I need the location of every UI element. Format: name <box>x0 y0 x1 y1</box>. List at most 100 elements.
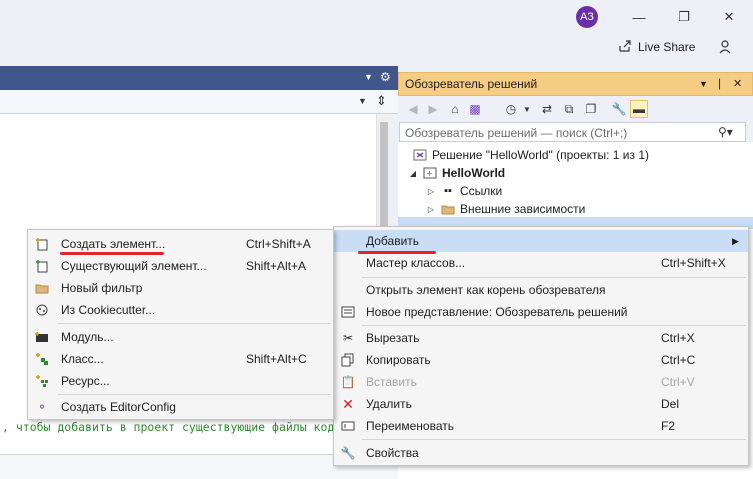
context-menu-main: Добавить ▶ Мастер классов... Ctrl+Shift+… <box>333 226 749 466</box>
tree-item-solution[interactable]: Решение "HelloWorld" (проекты: 1 из 1) <box>412 146 649 164</box>
expanded-triangle-icon[interactable]: ◢ <box>408 169 418 178</box>
search-placeholder: Обозреватель решений — поиск (Ctrl+;) <box>405 126 628 140</box>
gear-icon[interactable]: ⚙ <box>380 70 391 84</box>
menu-item-label: Переименовать <box>366 419 454 433</box>
menu-item-add[interactable]: Добавить ▶ <box>334 230 748 252</box>
menu-separator <box>362 277 746 278</box>
cpp-project-icon: + <box>422 166 438 180</box>
cookiecutter-icon <box>34 303 50 317</box>
tree-item-external-dependencies[interactable]: ▷ Внешние зависимости <box>426 200 585 218</box>
search-icon[interactable]: ⚲▾ <box>718 125 733 139</box>
live-share-label: Live Share <box>638 40 696 54</box>
tree-item-label: HelloWorld <box>442 166 506 180</box>
preview-selected-icon[interactable]: ▬ <box>630 100 648 118</box>
switch-views-icon[interactable]: ▩ <box>466 100 484 118</box>
paste-icon: 📋 <box>340 375 356 389</box>
lightbulb-icon: ⚬ <box>36 400 48 414</box>
menu-item-cut[interactable]: ✂ Вырезать Ctrl+X <box>334 327 748 349</box>
menu-item-create-editorconfig[interactable]: ⚬ Создать EditorConfig <box>28 396 333 418</box>
solution-explorer-title-bar: Обозреватель решений ▼ ❘ ✕ <box>398 72 753 96</box>
close-panel-icon[interactable]: ✕ <box>733 77 742 90</box>
collapse-all-icon[interactable]: ⧉ <box>560 100 578 118</box>
feedback-icon[interactable] <box>716 38 734 56</box>
close-icon[interactable]: ✕ <box>720 8 738 26</box>
menu-item-label: Создать EditorConfig <box>61 400 176 414</box>
menu-item-shortcut: Ctrl+V <box>661 375 695 389</box>
existing-item-icon <box>34 259 50 273</box>
menu-item-label: Класс... <box>61 352 104 366</box>
menu-item-copy[interactable]: Копировать Ctrl+C <box>334 349 748 371</box>
tree-item-project[interactable]: ◢ + HelloWorld <box>408 164 505 182</box>
menu-item-from-cookiecutter[interactable]: Из Cookiecutter... <box>28 299 333 321</box>
menu-item-label: Открыть элемент как корень обозревателя <box>366 283 606 297</box>
split-editor-icon[interactable]: ⇕ <box>376 93 387 109</box>
menu-item-class-wizard[interactable]: Мастер классов... Ctrl+Shift+X <box>334 252 748 274</box>
title-bar: АЗ — ❐ ✕ Live Share <box>0 0 753 66</box>
back-icon[interactable]: ◀ <box>404 100 422 118</box>
share-icon <box>618 39 632 56</box>
menu-separator <box>362 325 746 326</box>
live-share-button[interactable]: Live Share <box>618 38 695 56</box>
menu-item-module[interactable]: Модуль... <box>28 326 333 348</box>
solution-explorer-title: Обозреватель решений <box>405 77 538 91</box>
new-item-icon <box>34 237 50 251</box>
solution-explorer-search-input[interactable]: Обозреватель решений — поиск (Ctrl+;) ⚲▾ <box>399 122 746 142</box>
collapsed-triangle-icon[interactable]: ▷ <box>426 205 436 214</box>
menu-item-label: Свойства <box>366 446 419 460</box>
menu-item-shortcut: F2 <box>661 419 676 433</box>
menu-item-label: Копировать <box>366 353 431 367</box>
menu-separator <box>362 439 746 440</box>
menu-item-new-filter[interactable]: Новый фильтр <box>28 277 333 299</box>
menu-item-label: Ресурс... <box>61 374 110 388</box>
scissors-icon: ✂ <box>342 331 354 345</box>
minimize-icon[interactable]: — <box>630 8 648 26</box>
module-icon <box>34 330 50 344</box>
menu-item-properties[interactable]: 🔧 Свойства <box>334 442 748 464</box>
menu-item-label: Из Cookiecutter... <box>61 303 156 317</box>
menu-item-shortcut: Ctrl+Shift+X <box>661 256 726 270</box>
menu-item-label: Новый фильтр <box>61 281 143 295</box>
menu-item-label: Создать элемент... <box>61 237 166 251</box>
menu-item-shortcut: Del <box>661 397 680 411</box>
menu-item-label: Модуль... <box>61 330 114 344</box>
submenu-arrow-icon: ▶ <box>732 236 739 246</box>
delete-x-icon: ✕ <box>342 395 354 412</box>
tree-item-references[interactable]: ▷ ▪▪ Ссылки <box>426 182 502 200</box>
properties-wrench-icon[interactable]: 🔧 <box>610 100 628 118</box>
restore-icon[interactable]: ❐ <box>675 8 693 26</box>
menu-item-delete[interactable]: ✕ Удалить Del <box>334 393 748 415</box>
new-view-icon <box>340 305 356 319</box>
user-avatar[interactable]: АЗ <box>576 6 598 28</box>
menu-item-new-view[interactable]: Новое представление: Обозреватель решени… <box>334 301 748 323</box>
menu-item-resource[interactable]: Ресурс... <box>28 370 333 392</box>
sync-icon[interactable]: ⇄ <box>538 100 556 118</box>
solution-explorer-toolbar: ◀ ▶ ⌂ ▩ ◷ ▼ ⇄ ⧉ ❐ 🔧 ▬ <box>398 96 753 122</box>
editor-tab-bar: ▼ ⚙ <box>0 66 398 90</box>
forward-icon[interactable]: ▶ <box>424 100 442 118</box>
menu-item-class[interactable]: Класс... Shift+Alt+C <box>28 348 333 370</box>
collapsed-triangle-icon[interactable]: ▷ <box>426 187 436 196</box>
home-icon[interactable]: ⌂ <box>446 100 464 118</box>
rename-icon <box>340 419 356 433</box>
chevron-down-icon[interactable]: ▼ <box>518 100 536 118</box>
pin-icon[interactable]: ❘ <box>715 77 724 90</box>
editor-navigation-bar: ▼ ⇕ <box>0 90 398 114</box>
menu-item-existing-item[interactable]: Существующий элемент... Shift+Alt+A <box>28 255 333 277</box>
solution-icon <box>412 148 428 162</box>
new-filter-folder-icon <box>34 281 50 295</box>
menu-item-label: Удалить <box>366 397 412 411</box>
window-position-icon[interactable]: ▼ <box>699 79 708 89</box>
menu-item-shortcut: Ctrl+C <box>661 353 696 367</box>
class-icon <box>34 352 50 366</box>
menu-item-label: Новое представление: Обозреватель решени… <box>366 305 628 319</box>
chevron-down-icon[interactable]: ▼ <box>358 96 367 106</box>
copy-icon <box>340 353 356 367</box>
menu-item-rename[interactable]: Переименовать F2 <box>334 415 748 437</box>
menu-item-open-as-root[interactable]: Открыть элемент как корень обозревателя <box>334 279 748 301</box>
menu-separator <box>58 394 331 395</box>
menu-item-paste[interactable]: 📋 Вставить Ctrl+V <box>334 371 748 393</box>
show-all-files-icon[interactable]: ❐ <box>582 100 600 118</box>
menu-item-label: Вырезать <box>366 331 420 345</box>
tab-list-dropdown-icon[interactable]: ▼ <box>364 72 373 82</box>
resource-icon <box>34 374 50 388</box>
